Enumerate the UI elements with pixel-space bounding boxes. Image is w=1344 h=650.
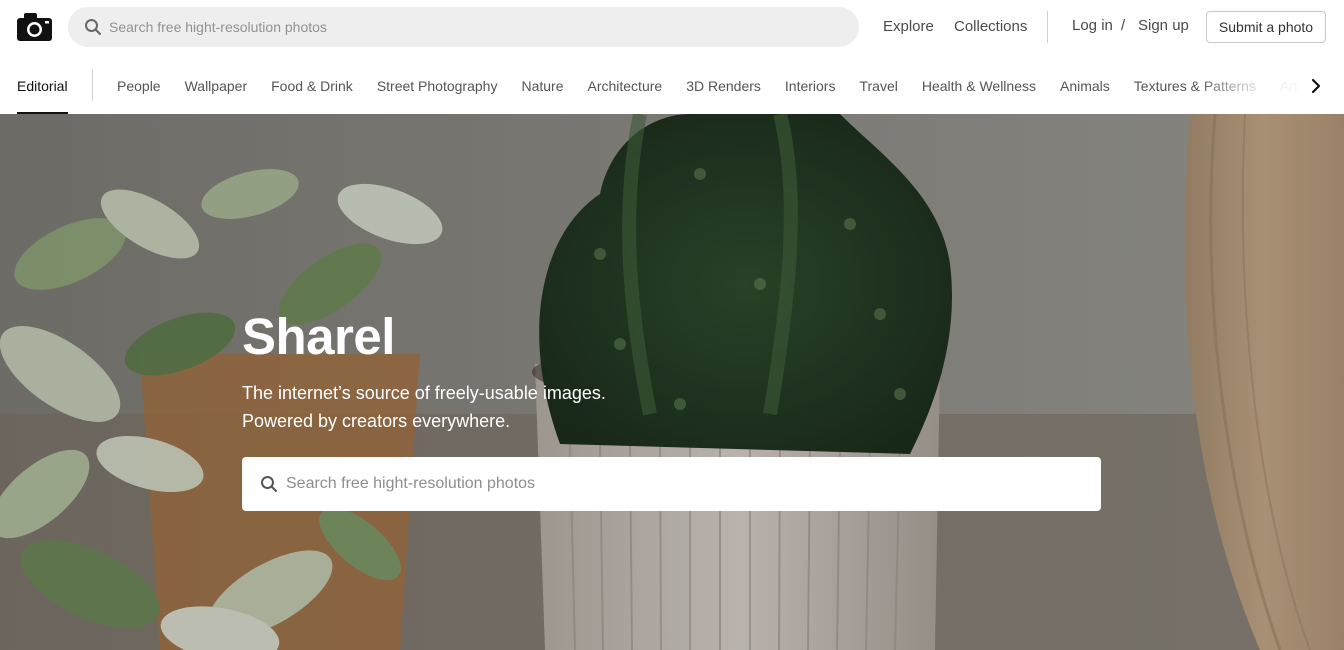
chevron-right-icon[interactable] bbox=[1302, 74, 1330, 98]
hero-search-input[interactable] bbox=[286, 475, 1066, 493]
category-list: People Wallpaper Food & Drink Street Pho… bbox=[117, 78, 1298, 94]
category-street-photography[interactable]: Street Photography bbox=[377, 78, 498, 94]
category-divider bbox=[92, 69, 93, 101]
nav-explore-link[interactable]: Explore bbox=[883, 18, 934, 35]
category-nav: Editorial People Wallpaper Food & Drink … bbox=[0, 54, 1344, 114]
submit-photo-button[interactable]: Submit a photo bbox=[1206, 11, 1326, 43]
login-link[interactable]: Log in bbox=[1072, 17, 1113, 34]
nav-collections-link[interactable]: Collections bbox=[954, 18, 1027, 35]
hero-subtitle-line-2: Powered by creators everywhere. bbox=[242, 411, 511, 431]
search-icon[interactable] bbox=[84, 18, 102, 36]
hero-section: Sharel The internet’s source of freely-u… bbox=[0, 114, 1344, 650]
category-art[interactable]: Art bbox=[1280, 78, 1298, 94]
hero-subtitle-line-1: The internet’s source of freely-usable i… bbox=[242, 383, 606, 403]
header-search-bar[interactable] bbox=[68, 7, 859, 47]
category-nature[interactable]: Nature bbox=[521, 78, 563, 94]
tab-editorial[interactable]: Editorial bbox=[17, 78, 68, 94]
category-textures-patterns[interactable]: Textures & Patterns bbox=[1134, 78, 1256, 94]
category-health-wellness[interactable]: Health & Wellness bbox=[922, 78, 1036, 94]
hero-overlay bbox=[0, 114, 1344, 650]
category-3d-renders[interactable]: 3D Renders bbox=[686, 78, 761, 94]
category-animals[interactable]: Animals bbox=[1060, 78, 1110, 94]
category-food-drink[interactable]: Food & Drink bbox=[271, 78, 353, 94]
header-divider bbox=[1047, 11, 1048, 43]
hero-title: Sharel bbox=[242, 308, 395, 365]
category-travel[interactable]: Travel bbox=[859, 78, 897, 94]
signup-link[interactable]: Sign up bbox=[1138, 17, 1189, 34]
camera-icon[interactable] bbox=[16, 12, 53, 42]
top-header: Explore Collections Log in / Sign up Sub… bbox=[0, 0, 1344, 54]
category-wallpaper[interactable]: Wallpaper bbox=[185, 78, 248, 94]
search-icon[interactable] bbox=[260, 475, 278, 493]
category-interiors[interactable]: Interiors bbox=[785, 78, 836, 94]
header-search-input[interactable] bbox=[109, 19, 809, 35]
category-people[interactable]: People bbox=[117, 78, 161, 94]
auth-separator: / bbox=[1121, 17, 1126, 34]
hero-subtitle: The internet’s source of freely-usable i… bbox=[242, 379, 606, 435]
category-architecture[interactable]: Architecture bbox=[587, 78, 662, 94]
hero-search-bar[interactable] bbox=[242, 457, 1101, 511]
